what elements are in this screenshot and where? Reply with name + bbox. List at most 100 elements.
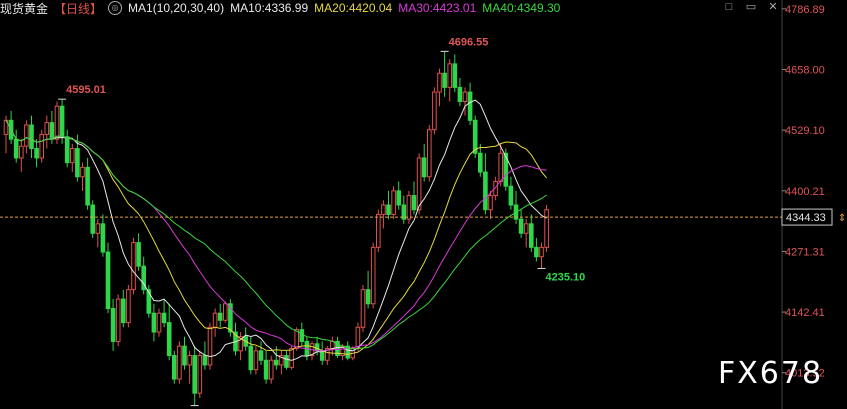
candle-body bbox=[263, 359, 269, 380]
candle-body bbox=[314, 343, 320, 352]
candle-body bbox=[396, 190, 401, 206]
candle-body bbox=[452, 63, 458, 88]
candle-body bbox=[391, 190, 396, 215]
candle-body bbox=[467, 91, 473, 121]
candle-body bbox=[370, 246, 376, 305]
candle-body bbox=[34, 148, 39, 159]
candle-body bbox=[518, 218, 524, 234]
candle-body bbox=[534, 246, 539, 258]
candle-body bbox=[457, 86, 463, 102]
candle-body bbox=[421, 157, 427, 178]
indicator-name[interactable]: MA1(10,20,30,40) bbox=[128, 1, 224, 15]
watermark-logo: FX678 bbox=[718, 356, 824, 391]
candle-body bbox=[177, 345, 182, 380]
extreme-label: 4235.10 bbox=[546, 271, 586, 283]
ma10-value: MA10:4336.99 bbox=[230, 1, 309, 15]
candle-body bbox=[376, 213, 381, 248]
candle-body bbox=[187, 355, 192, 366]
candle-body bbox=[54, 105, 60, 140]
extreme-label: 4696.55 bbox=[449, 36, 489, 48]
candle-body bbox=[100, 223, 106, 253]
candlestick-chart: 4786.89 4658.00 4529.10 4400.21 4271.31 4142.… bbox=[0, 0, 847, 409]
candle-body bbox=[488, 195, 493, 211]
y-tick-label: 4271.31 bbox=[785, 246, 825, 258]
extreme-label: 4595.01 bbox=[66, 84, 106, 96]
restore-icon[interactable]: ▭ bbox=[745, 1, 757, 13]
candle-body bbox=[498, 152, 503, 182]
candle-body bbox=[483, 171, 488, 211]
candle-body bbox=[207, 326, 213, 366]
candle-body bbox=[432, 91, 437, 131]
y-tick-label: 4658.00 bbox=[785, 65, 825, 77]
candle-body bbox=[39, 133, 45, 159]
candle-body bbox=[294, 329, 299, 349]
candle-body bbox=[115, 298, 121, 342]
current-price-label: 4344.33 bbox=[786, 212, 826, 224]
candle-body bbox=[110, 308, 116, 342]
candle-body bbox=[523, 223, 529, 234]
y-tick-label: 4529.10 bbox=[785, 125, 825, 137]
candle-body bbox=[406, 195, 412, 220]
candle-body bbox=[136, 242, 141, 267]
candle-body bbox=[539, 246, 544, 258]
candle-body bbox=[248, 345, 254, 371]
candle-body bbox=[156, 312, 162, 333]
candle-body bbox=[197, 355, 203, 394]
candle-body bbox=[299, 329, 305, 342]
candle-body bbox=[427, 129, 432, 178]
candle-body bbox=[49, 122, 55, 140]
scroll-arrow-icon: ⇕ bbox=[838, 213, 846, 224]
candle-body bbox=[19, 145, 24, 159]
candle-body bbox=[182, 345, 187, 366]
symbol-label: 现货黄金 bbox=[0, 1, 49, 16]
y-tick-label: 4786.89 bbox=[785, 4, 825, 16]
close-icon[interactable]: ✕ bbox=[767, 1, 779, 13]
candle-body bbox=[268, 359, 274, 380]
candle-body bbox=[217, 312, 223, 321]
candle-body bbox=[253, 350, 259, 371]
candle-body bbox=[151, 312, 157, 333]
candle-body bbox=[472, 119, 478, 154]
candle-body bbox=[212, 312, 218, 328]
candle-body bbox=[284, 355, 289, 368]
candle-body bbox=[166, 322, 172, 357]
candle-body bbox=[85, 166, 90, 206]
y-tick-label: 4400.21 bbox=[785, 186, 825, 198]
y-tick-label: 4142.41 bbox=[785, 307, 825, 319]
candle-body bbox=[447, 63, 452, 88]
period-label[interactable]: 【日线】 bbox=[54, 0, 102, 17]
candle-body bbox=[59, 105, 65, 138]
candle-body bbox=[105, 251, 111, 309]
candle-body bbox=[289, 347, 294, 368]
candle-body bbox=[223, 303, 228, 321]
candle-body bbox=[416, 157, 422, 211]
candle-body bbox=[70, 148, 75, 164]
ma40-value: MA40:4349.30 bbox=[482, 1, 561, 15]
indicator-header: 现货黄金 【日线】 ◎ MA1(10,20,30,40) MA10:4336.9… bbox=[0, 0, 566, 16]
ma20-value: MA20:4420.04 bbox=[314, 1, 393, 15]
chart-background bbox=[0, 0, 847, 409]
candle-body bbox=[544, 209, 549, 248]
candle-body bbox=[478, 152, 483, 173]
candle-body bbox=[90, 204, 96, 234]
maximize-icon[interactable]: □ bbox=[723, 1, 735, 13]
candle-body bbox=[24, 124, 29, 147]
settings-circle-icon[interactable]: ◎ bbox=[108, 1, 123, 15]
candle-body bbox=[192, 355, 197, 394]
ma30-value: MA30:4423.01 bbox=[398, 1, 477, 15]
candle-body bbox=[29, 124, 34, 150]
candle-body bbox=[13, 138, 19, 159]
candle-body bbox=[161, 312, 167, 324]
candle-body bbox=[75, 148, 80, 178]
candle-body bbox=[442, 72, 447, 88]
candle-body bbox=[360, 289, 366, 328]
candle-body bbox=[258, 350, 264, 361]
candle-body bbox=[274, 359, 279, 366]
candle-body bbox=[411, 195, 417, 211]
candle-body bbox=[64, 136, 70, 164]
candle-body bbox=[131, 242, 136, 291]
candle-body bbox=[381, 204, 386, 215]
candle-body bbox=[95, 223, 101, 234]
candle-body bbox=[172, 355, 177, 380]
candle-body bbox=[121, 298, 126, 324]
